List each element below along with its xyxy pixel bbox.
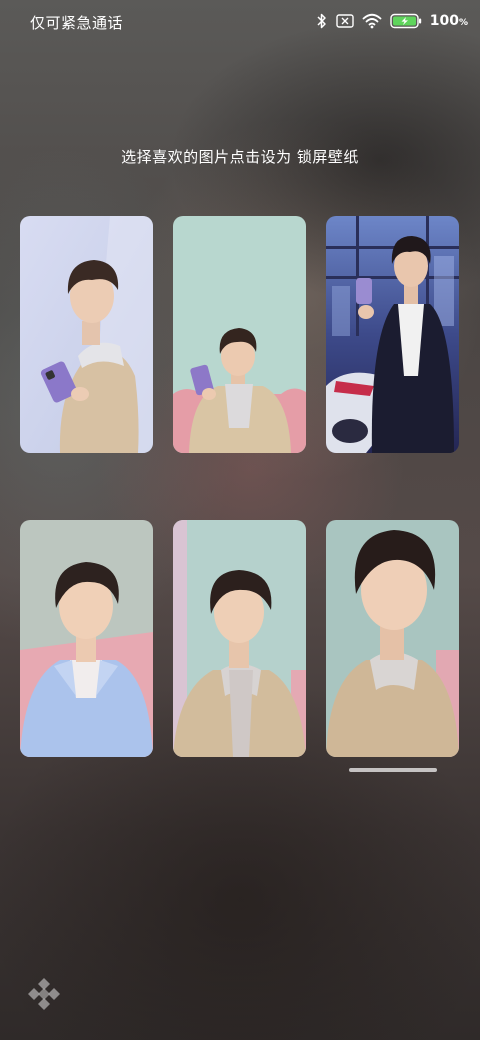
portrait-holding-phone-icon [20, 216, 153, 453]
status-icons: 100% [316, 11, 468, 31]
status-bar: 仅可紧急通话 100% [0, 0, 480, 42]
bluetooth-icon [316, 13, 328, 29]
portrait-beige-coat-icon [173, 520, 306, 757]
wallpaper-option-3[interactable] [326, 216, 459, 453]
portrait-sitting-pink-sofa-icon [173, 216, 306, 453]
portrait-blue-shirt-icon [20, 520, 153, 757]
wallpaper-option-5[interactable] [173, 520, 306, 757]
wallpaper-option-1[interactable] [20, 216, 153, 453]
wallpaper-option-4[interactable] [20, 520, 153, 757]
emergency-calls-only-text: 仅可紧急通话 [30, 14, 124, 32]
portrait-city-motorcycle-icon [326, 216, 459, 453]
battery-percent: 100% [429, 13, 468, 29]
portrait-closeup-icon [326, 520, 459, 757]
wallpaper-option-6[interactable] [326, 520, 459, 757]
wallpaper-option-2[interactable] [173, 216, 306, 453]
no-sim-icon [336, 14, 354, 28]
battery-charging-icon [390, 13, 422, 29]
wallpaper-instruction: 选择喜欢的图片点击设为 锁屏壁纸 [121, 148, 359, 166]
wifi-icon [362, 13, 382, 29]
diamond-grid-icon[interactable] [26, 976, 62, 1012]
home-indicator[interactable] [349, 768, 437, 772]
